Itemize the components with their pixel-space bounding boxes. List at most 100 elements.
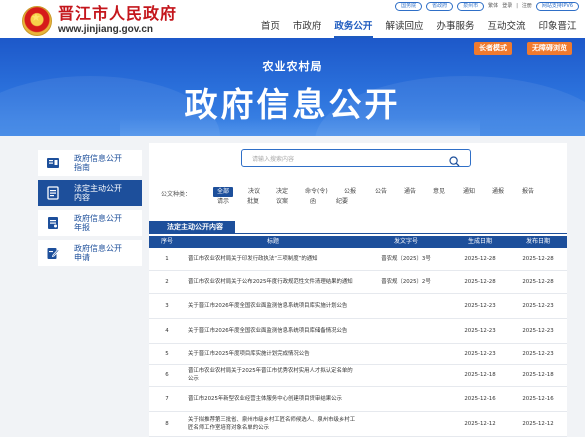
link-traditional[interactable]: 繁体 bbox=[488, 2, 498, 11]
table-row[interactable]: 4 关于晋江市2026年度全国农业面监测信息系统项目库储备情况公告 2025-1… bbox=[149, 318, 567, 344]
row-doc-no bbox=[361, 293, 451, 319]
sidebar-item-guide[interactable]: 政府信息公开指南 bbox=[38, 150, 142, 176]
row-title-link[interactable]: 关于晋江市2026年度全国农业面监测信息系统项目库储备情况公告 bbox=[185, 318, 361, 344]
nav-gov-affairs[interactable]: 政务公开 bbox=[328, 17, 379, 38]
row-doc-no bbox=[361, 364, 451, 387]
search-placeholder: 请输入搜索内容 bbox=[252, 156, 295, 163]
bureau-name: 农业农村局 bbox=[262, 60, 323, 73]
nav-home[interactable]: 首页 bbox=[254, 17, 286, 38]
main-content: 请输入搜索内容 公文种类： 全部 决议 决定 命令(令) 公报 公告 通告 意见… bbox=[149, 143, 567, 437]
table-row[interactable]: 2 晋江市农业农村局关于公布2025年度行政规范性文件清理结果的通知 晋农规〔2… bbox=[149, 270, 567, 294]
filter-chip[interactable]: 函 bbox=[310, 197, 316, 207]
row-no: 3 bbox=[149, 293, 185, 319]
row-no: 5 bbox=[149, 343, 185, 365]
row-published: 2025-12-23 bbox=[509, 293, 567, 319]
col-title: 标题 bbox=[185, 236, 361, 248]
row-title-link[interactable]: 晋江市2025年新型农业经营主体服务中心创建项目贷审结果公示 bbox=[185, 386, 361, 412]
row-no: 4 bbox=[149, 318, 185, 344]
nav-city-gov[interactable]: 市政府 bbox=[286, 17, 328, 38]
filter-chip[interactable]: 公告 bbox=[375, 187, 387, 197]
site-url: www.jinjiang.gov.cn bbox=[58, 24, 154, 35]
row-published: 2025-12-28 bbox=[509, 270, 567, 294]
sidebar-item-label: 政府信息公开年报 bbox=[74, 214, 122, 232]
accessibility-button[interactable]: 无障碍浏览 bbox=[527, 42, 572, 55]
sidebar-item-annual-report[interactable]: 政府信息公开年报 bbox=[38, 210, 142, 236]
table-row[interactable]: 5 关于晋江市2025年度项目库实施计划完成情况公告 2025-12-23 20… bbox=[149, 343, 567, 365]
table-row[interactable]: 7 晋江市2025年新型农业经营主体服务中心创建项目贷审结果公示 2025-12… bbox=[149, 386, 567, 412]
row-doc-no bbox=[361, 318, 451, 344]
filter-chip[interactable]: 通知 bbox=[463, 187, 475, 197]
row-doc-no: 晋农规〔2025〕2号 bbox=[361, 270, 451, 294]
row-no: 2 bbox=[149, 270, 185, 294]
row-title-link[interactable]: 晋江市农业农村局关于公布2025年度行政规范性文件清理结果的通知 bbox=[185, 270, 361, 294]
elder-mode-button[interactable]: 长者模式 bbox=[474, 42, 512, 55]
filter-chip[interactable]: 决定 bbox=[276, 187, 288, 197]
row-created: 2025-12-12 bbox=[451, 411, 509, 437]
banner: 农业农村局 政府信息公开 长者模式 无障碍浏览 bbox=[0, 38, 585, 136]
search-icon[interactable] bbox=[449, 152, 460, 167]
site-header: 晋江市人民政府 www.jinjiang.gov.cn 国务院 省政府 泉州市 … bbox=[0, 0, 585, 38]
link-register[interactable]: 注册 bbox=[522, 2, 532, 11]
row-created: 2025-12-28 bbox=[451, 248, 509, 271]
link-state-council[interactable]: 国务院 bbox=[395, 2, 423, 11]
link-provincial-gov[interactable]: 省政府 bbox=[426, 2, 454, 11]
table-header: 序号 标题 发文字号 生成日期 发布日期 bbox=[149, 236, 567, 248]
nav-interpretation[interactable]: 解读回应 bbox=[379, 17, 430, 38]
table-row[interactable]: 8 关于拟推荐第三批省、泉州市级乡村工匠名师候选人、泉州市级乡村工匠名师工作室培… bbox=[149, 411, 567, 437]
filter-chip[interactable]: 批复 bbox=[247, 197, 259, 207]
link-quanzhou[interactable]: 泉州市 bbox=[457, 2, 485, 11]
link-login[interactable]: 登录 bbox=[502, 2, 512, 11]
edit-icon bbox=[46, 246, 60, 260]
row-doc-no bbox=[361, 411, 451, 437]
filter-chip[interactable]: 意见 bbox=[433, 187, 445, 197]
table-row[interactable]: 1 晋江市农业农村局关于印发行政执法“三项制度”的通知 晋农规〔2025〕3号 … bbox=[149, 248, 567, 271]
row-created: 2025-12-23 bbox=[451, 343, 509, 365]
table-row[interactable]: 6 晋江市农业农村局关于2025年晋江市优秀农村实用人才拟认定名单的公示 202… bbox=[149, 364, 567, 387]
row-doc-no bbox=[361, 343, 451, 365]
ipv6-badge: 网站支持IPV6 bbox=[535, 2, 579, 11]
filter-chip[interactable]: 通报 bbox=[492, 187, 504, 197]
sidebar-item-application[interactable]: 政府信息公开申请 bbox=[38, 240, 142, 266]
list-icon bbox=[46, 186, 60, 200]
row-created: 2025-12-23 bbox=[451, 318, 509, 344]
nav-impression[interactable]: 印象晋江 bbox=[532, 17, 583, 38]
row-title-link[interactable]: 关于晋江市2026年度全国农业面监测信息系统项目库实施计划公告 bbox=[185, 293, 361, 319]
col-no: 序号 bbox=[149, 236, 185, 248]
nav-services[interactable]: 办事服务 bbox=[430, 17, 481, 38]
col-published: 发布日期 bbox=[509, 236, 567, 248]
filter-chip[interactable]: 议案 bbox=[276, 197, 288, 207]
col-doc-no: 发文字号 bbox=[361, 236, 451, 248]
row-title-link[interactable]: 晋江市农业农村局关于2025年晋江市优秀农村实用人才拟认定名单的公示 bbox=[185, 364, 361, 387]
nav-interaction[interactable]: 互动交流 bbox=[481, 17, 532, 38]
page-title: 政府信息公开 bbox=[184, 85, 401, 124]
row-doc-no bbox=[361, 386, 451, 412]
filter-chip[interactable]: 公报 bbox=[344, 187, 356, 197]
row-no: 6 bbox=[149, 364, 185, 387]
top-links: 国务院 省政府 泉州市 繁体 登录 | 注册 网站支持IPV6 bbox=[395, 2, 579, 11]
row-title-link[interactable]: 晋江市农业农村局关于印发行政执法“三项制度”的通知 bbox=[185, 248, 361, 271]
row-published: 2025-12-23 bbox=[509, 343, 567, 365]
filter-label: 公文种类： bbox=[161, 191, 192, 198]
sidebar-item-label: 法定主动公开内容 bbox=[74, 184, 122, 202]
filter-chip[interactable]: 决议 bbox=[248, 187, 260, 197]
site-logo[interactable]: 晋江市人民政府 www.jinjiang.gov.cn bbox=[22, 5, 177, 36]
filter-chip[interactable]: 命令(令) bbox=[305, 187, 328, 197]
row-published: 2025-12-16 bbox=[509, 386, 567, 412]
row-published: 2025-12-28 bbox=[509, 248, 567, 271]
row-created: 2025-12-23 bbox=[451, 293, 509, 319]
row-no: 1 bbox=[149, 248, 185, 271]
row-title-link[interactable]: 关于拟推荐第三批省、泉州市级乡村工匠名师候选人、泉州市级乡村工匠名师工作室培育对… bbox=[185, 411, 361, 437]
filter-chip[interactable]: 通告 bbox=[404, 187, 416, 197]
report-icon bbox=[46, 216, 60, 230]
row-doc-no: 晋农规〔2025〕3号 bbox=[361, 248, 451, 271]
filter-chip-all[interactable]: 全部 bbox=[213, 187, 234, 197]
col-created: 生成日期 bbox=[451, 236, 509, 248]
filter-chip[interactable]: 报告 bbox=[522, 187, 534, 197]
row-title-link[interactable]: 关于晋江市2025年度项目库实施计划完成情况公告 bbox=[185, 343, 361, 365]
sidebar-item-mandatory[interactable]: 法定主动公开内容 bbox=[38, 180, 142, 206]
sidebar-item-label: 政府信息公开指南 bbox=[74, 154, 122, 172]
filter-chip[interactable]: 纪要 bbox=[336, 197, 348, 207]
table-row[interactable]: 3 关于晋江市2026年度全国农业面监测信息系统项目库实施计划公告 2025-1… bbox=[149, 293, 567, 319]
search-input[interactable]: 请输入搜索内容 bbox=[241, 149, 471, 167]
filter-chip[interactable]: 请示 bbox=[217, 197, 229, 207]
